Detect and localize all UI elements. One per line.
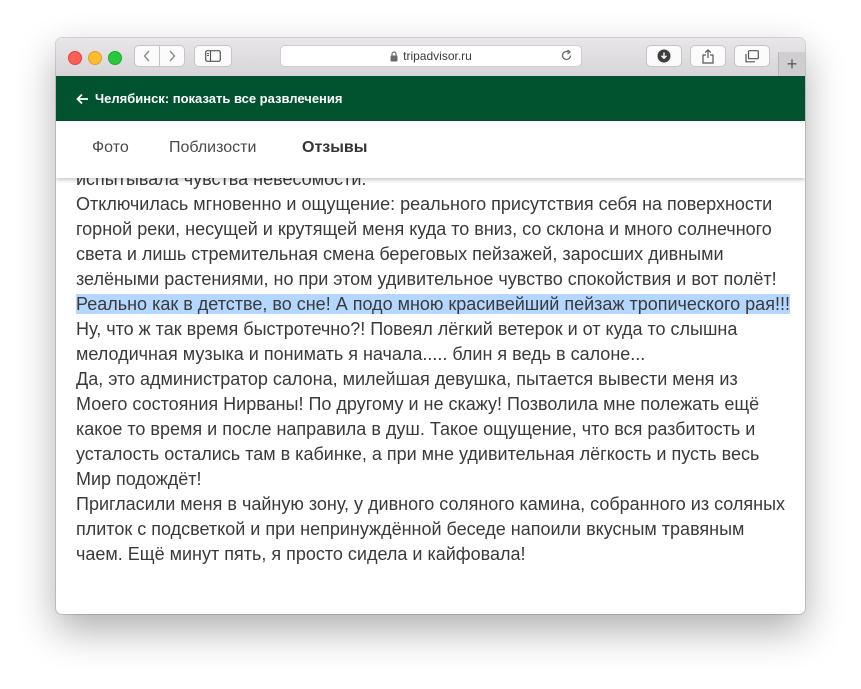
review-text-run: Отключилась мгновенно и ощущение: реальн…: [76, 194, 777, 289]
back-button[interactable]: [134, 45, 160, 67]
forward-button[interactable]: [159, 45, 185, 67]
address-text: tripadvisor.ru: [403, 49, 472, 63]
review-paragraph: Отключилась мгновенно и ощущение: реальн…: [76, 192, 792, 317]
selected-text: Реально как в детстве, во сне! А подо мн…: [76, 294, 790, 314]
share-button[interactable]: [690, 45, 726, 67]
show-tabs-button[interactable]: [734, 45, 770, 67]
review-content: испытывала чувства невесомости. Отключил…: [76, 178, 796, 614]
browser-window: tripadvisor.ru + Челябинск: показать все…: [56, 38, 805, 614]
tab-nearby[interactable]: Поблизости: [169, 139, 256, 157]
section-tabs: Фото Поблизости Отзывы: [56, 121, 805, 178]
review-paragraph: Ну, что ж так время быстротечно?! Повеял…: [76, 319, 738, 364]
share-icon: [702, 48, 714, 64]
zoom-window-button[interactable]: [108, 51, 122, 65]
page-header: Челябинск: показать все развлечения: [56, 76, 805, 121]
sidebar-icon: [205, 50, 221, 62]
new-tab-button[interactable]: +: [778, 52, 805, 76]
tab-photos[interactable]: Фото: [92, 139, 129, 157]
download-icon: [657, 49, 671, 63]
sidebar-toggle-button[interactable]: [194, 45, 232, 67]
back-to-attractions-link[interactable]: Челябинск: показать все развлечения: [95, 91, 343, 106]
chevron-left-icon: [143, 50, 150, 62]
reload-icon[interactable]: [560, 49, 573, 65]
tabs-overview-icon: [745, 49, 759, 62]
chevron-right-icon: [169, 50, 176, 62]
tab-reviews[interactable]: Отзывы: [302, 139, 367, 157]
close-window-button[interactable]: [68, 51, 82, 65]
browser-toolbar: tripadvisor.ru +: [56, 38, 805, 77]
downloads-button[interactable]: [646, 45, 682, 67]
minimize-window-button[interactable]: [88, 51, 102, 65]
review-text: испытывала чувства невесомости. Отключил…: [76, 178, 792, 567]
review-partial-line: испытывала чувства невесомости.: [76, 178, 367, 189]
review-paragraph: Пригласили меня в чайную зону, у дивного…: [76, 494, 786, 564]
review-paragraph: Да, это администратор салона, милейшая д…: [76, 369, 760, 489]
address-bar[interactable]: tripadvisor.ru: [280, 45, 582, 67]
lock-icon: [390, 50, 398, 62]
arrow-left-icon[interactable]: [76, 93, 89, 105]
plus-icon: +: [786, 53, 798, 74]
